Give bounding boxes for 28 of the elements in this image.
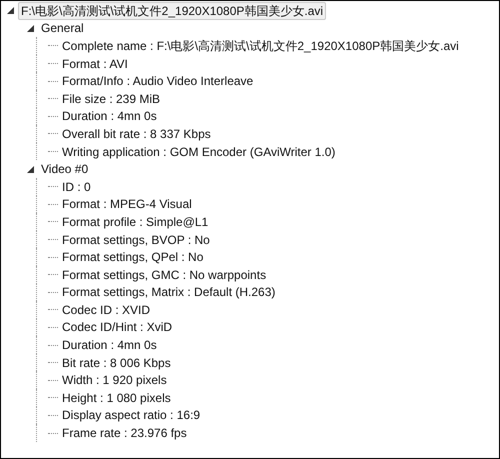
tree-item[interactable]: Complete name : F:\电影\高清测试\试机文件2_1920X1080P韩国美少女.avi — [59, 36, 462, 55]
tree-item[interactable]: Format : AVI — [59, 54, 131, 73]
tree-item[interactable]: Codec ID/Hint : XviD — [59, 318, 176, 336]
tree-item[interactable]: Height : 1 080 pixels — [59, 388, 174, 407]
tree-item[interactable]: Video #0 — [38, 160, 92, 178]
tree-item[interactable]: Format settings, Matrix : Default (H.263) — [59, 283, 278, 302]
tree-item[interactable]: File size : 239 MiB — [59, 90, 164, 108]
expanded-triangle-icon[interactable] — [6, 6, 15, 16]
tree-item[interactable]: Format settings, BVOP : No — [59, 230, 213, 249]
tree-item[interactable]: Codec ID : XVID — [59, 300, 154, 319]
tree-item[interactable]: Duration : 4mn 0s — [59, 336, 160, 354]
tree-item[interactable]: Format settings, QPel : No — [59, 248, 206, 266]
tree-item[interactable]: Width : 1 920 pixels — [59, 371, 170, 390]
expanded-triangle-icon[interactable] — [26, 24, 35, 33]
tree-item[interactable]: Format : MPEG-4 Visual — [59, 195, 195, 214]
tree-item[interactable]: F:\电影\高清测试\试机文件2_1920X1080P韩国美少女.avi — [18, 2, 326, 20]
tree-item[interactable]: Format settings, GMC : No warppoints — [59, 266, 270, 284]
tree-item[interactable]: Bit rate : 8 006 Kbps — [59, 354, 174, 372]
tree-item[interactable]: General — [38, 19, 87, 38]
tree-item[interactable]: Format profile : Simple@L1 — [59, 212, 212, 231]
tree-item[interactable]: ID : 0 — [59, 178, 94, 196]
tree-item[interactable]: Writing application : GOM Encoder (GAviWriter 1.0) — [59, 142, 338, 161]
expanded-triangle-icon[interactable] — [26, 164, 35, 174]
tree-item[interactable]: Format/Info : Audio Video Interleave — [59, 72, 256, 90]
tree-item[interactable]: Frame rate : 23.976 fps — [59, 424, 190, 442]
tree-item[interactable]: Display aspect ratio : 16:9 — [59, 406, 204, 424]
tree-item[interactable]: Duration : 4mn 0s — [59, 107, 160, 126]
tree-item[interactable]: Overall bit rate : 8 337 Kbps — [59, 124, 214, 143]
